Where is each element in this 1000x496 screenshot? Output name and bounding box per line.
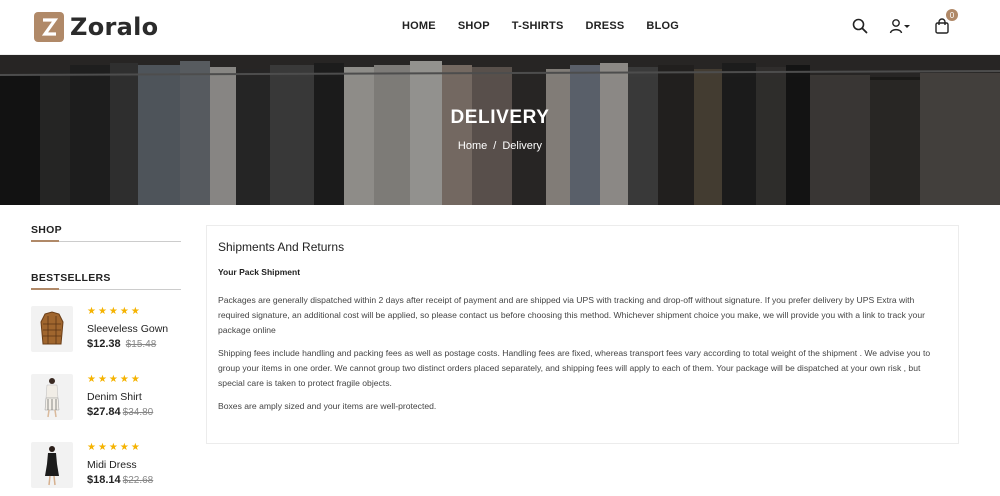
breadcrumb-separator: / (493, 140, 497, 152)
rating-stars: ★★★★★ (87, 442, 142, 453)
product-old-price: $22.68 (122, 475, 154, 486)
banner-overlay (0, 55, 1000, 205)
logo-mark-icon (34, 12, 64, 42)
product-thumbnail[interactable] (31, 374, 73, 420)
cart-count-badge: 0 (946, 9, 958, 21)
section-subtitle: Your Pack Shipment (218, 267, 301, 277)
nav-item-blog[interactable]: BLOG (646, 20, 679, 32)
breadcrumb: Home / Delivery (0, 140, 1000, 152)
product-name[interactable]: Sleeveless Gown (87, 323, 168, 335)
shop-heading[interactable]: SHOP (31, 224, 181, 242)
rating-stars: ★★★★★ (87, 374, 142, 385)
search-icon[interactable] (850, 16, 870, 36)
bag-icon[interactable]: 0 (932, 9, 958, 36)
product-name[interactable]: Denim Shirt (87, 391, 153, 403)
page-banner: DELIVERY Home / Delivery (0, 55, 1000, 205)
breadcrumb-home-link[interactable]: Home (458, 140, 487, 152)
header-icons: 0 (850, 9, 958, 36)
nav-item-dress[interactable]: DRESS (586, 20, 625, 32)
paragraph: Shipping fees include handling and packi… (218, 348, 931, 388)
bestsellers-heading: BESTSELLERS (31, 272, 181, 290)
section-title: Shipments And Returns (218, 240, 345, 254)
product-price: $12.38 (87, 338, 121, 350)
paragraph: Packages are generally dispatched within… (218, 295, 925, 335)
site-header: Zoralo HOME SHOP T-SHIRTS DRESS BLOG 0 (0, 0, 1000, 55)
product-price: $18.14 (87, 474, 121, 486)
product-old-price: $34.80 (122, 407, 154, 418)
product-item[interactable]: ★★★★★ Sleeveless Gown $12.38 $15.48 (31, 306, 181, 352)
brand-name: Zoralo (70, 13, 159, 41)
product-item[interactable]: ★★★★★ Midi Dress $18.14 $22.68 (31, 442, 181, 488)
chevron-down-icon (904, 25, 910, 28)
product-old-price: $15.48 (125, 339, 157, 350)
nav-item-home[interactable]: HOME (402, 20, 436, 32)
breadcrumb-current: Delivery (502, 140, 543, 152)
delivery-content: Shipments And Returns Your Pack Shipment… (206, 225, 959, 444)
product-price: $27.84 (87, 406, 121, 418)
nav-item-shop[interactable]: SHOP (458, 20, 490, 32)
main-nav: HOME SHOP T-SHIRTS DRESS BLOG (402, 20, 679, 32)
product-thumbnail[interactable] (31, 442, 73, 488)
brand-logo[interactable]: Zoralo (34, 12, 158, 42)
paragraph: Boxes are amply sized and your items are… (218, 401, 437, 411)
rating-stars: ★★★★★ (87, 306, 142, 317)
user-icon[interactable] (888, 16, 914, 36)
product-name[interactable]: Midi Dress (87, 459, 153, 471)
sidebar: SHOP BESTSELLERS ★★★★★ Sleeveless Gown $… (31, 224, 181, 496)
page-title: DELIVERY (450, 107, 550, 128)
product-item[interactable]: ★★★★★ Denim Shirt $27.84 $34.80 (31, 374, 181, 420)
product-thumbnail[interactable] (31, 306, 73, 352)
nav-item-tshirts[interactable]: T-SHIRTS (512, 20, 564, 32)
